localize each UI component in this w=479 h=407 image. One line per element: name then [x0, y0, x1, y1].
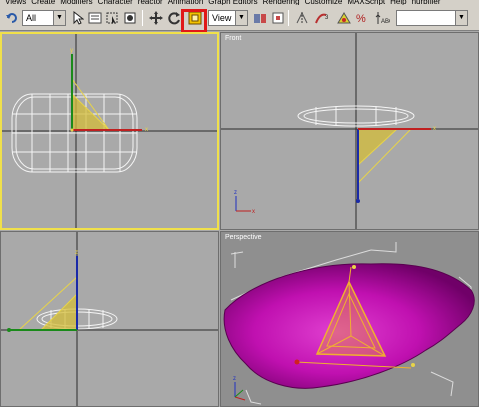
svg-text:ABC: ABC	[381, 19, 390, 25]
svg-text:y: y	[70, 48, 73, 54]
viewport-perspective[interactable]: Perspective z	[220, 231, 479, 407]
spinner-snap-icon[interactable]: ABC	[372, 8, 392, 28]
svg-text:z: z	[233, 376, 236, 382]
svg-text:3: 3	[325, 15, 329, 21]
selection-filter-dropdown[interactable]: All ▼	[22, 10, 66, 26]
percent-snap-icon[interactable]: %	[352, 8, 372, 28]
mirror-icon[interactable]	[292, 8, 312, 28]
chevron-down-icon: ▼	[235, 11, 247, 25]
svg-text:z: z	[75, 250, 78, 256]
highlight-box	[181, 9, 207, 33]
svg-text:z: z	[234, 190, 237, 196]
svg-text:x: x	[145, 127, 148, 133]
chevron-down-icon: ▼	[53, 11, 65, 25]
chevron-down-icon: ▼	[455, 11, 467, 25]
reference-coordinate-value: View	[212, 13, 232, 23]
angle-snap-icon[interactable]: 3	[312, 8, 332, 28]
viewport-top[interactable]: y x	[0, 32, 219, 230]
align-icon[interactable]	[334, 8, 354, 28]
svg-text:%: %	[356, 13, 366, 25]
pivot-center-icon[interactable]	[250, 8, 270, 28]
move-icon[interactable]	[146, 8, 166, 28]
svg-text:x: x	[433, 126, 436, 132]
svg-text:x: x	[252, 209, 255, 215]
main-toolbar: All ▼ View ▼ 3 % ABC	[0, 5, 479, 33]
named-selection-sets-dropdown[interactable]: ▼	[396, 10, 468, 26]
rectangular-selection-icon[interactable]	[102, 8, 122, 28]
viewport-left[interactable]: z	[0, 231, 219, 407]
selection-filter-value: All	[26, 13, 37, 23]
reference-coordinate-dropdown[interactable]: View ▼	[208, 10, 248, 26]
viewport-front[interactable]: Front x z x	[220, 32, 479, 230]
window-crossing-icon[interactable]	[120, 8, 140, 28]
select-link-icon[interactable]	[268, 8, 288, 28]
undo-icon[interactable]	[2, 8, 22, 28]
